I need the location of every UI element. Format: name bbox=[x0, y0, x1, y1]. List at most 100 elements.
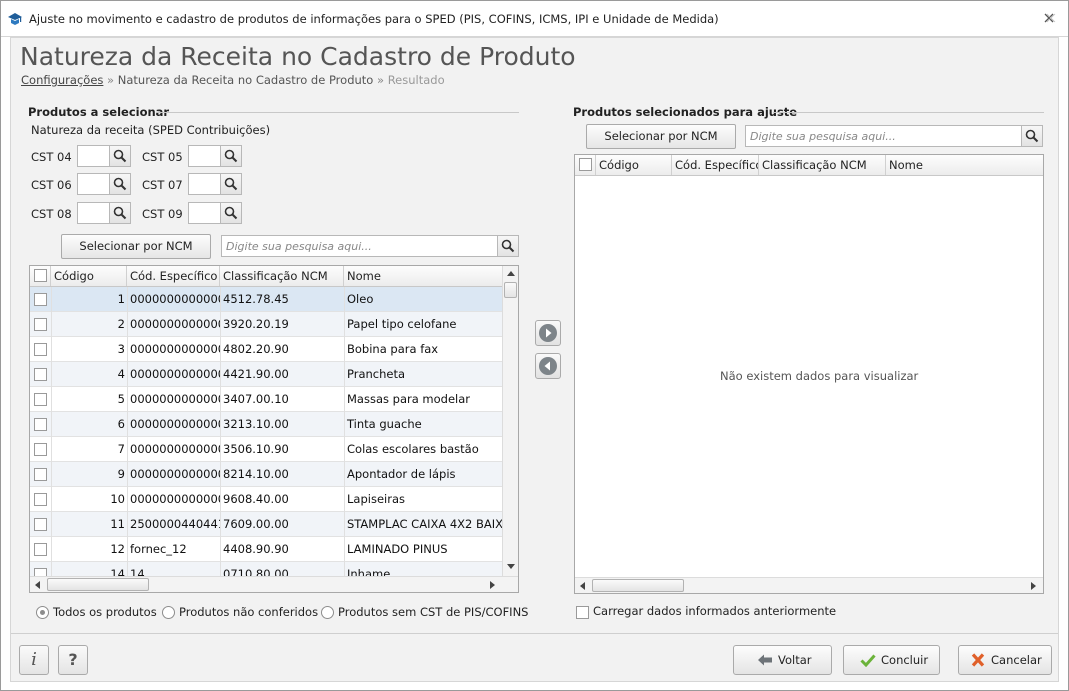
filter-all-radio[interactable] bbox=[36, 606, 49, 619]
cst-06-input[interactable] bbox=[77, 173, 111, 195]
cst-09-input[interactable] bbox=[188, 202, 222, 224]
row-checkbox[interactable] bbox=[34, 443, 47, 456]
cell-nome: Colas escolares bastão bbox=[347, 442, 479, 456]
cell-classificacao-ncm: 8214.10.00 bbox=[223, 467, 289, 481]
cst-05-search-button[interactable] bbox=[220, 145, 242, 167]
cell-codigo: 10 bbox=[110, 492, 125, 506]
table-row[interactable]: 12 fornec_12 4408.90.90 LAMINADO PINUS bbox=[30, 537, 502, 562]
left-grid-horizontal-thumb[interactable] bbox=[47, 578, 149, 591]
table-row[interactable]: 1 000000000000004512.78.45 Oleo bbox=[30, 287, 502, 312]
scroll-right-arrow-icon[interactable] bbox=[1031, 582, 1036, 590]
table-row[interactable]: 10 000000000000009608.40.00 Lapiseiras bbox=[30, 487, 502, 512]
table-row[interactable]: 5 000000000000003407.00.10 Massas para mod… bbox=[30, 387, 502, 412]
load-previous-checkbox[interactable] bbox=[576, 606, 589, 619]
right-search-input[interactable] bbox=[745, 125, 1023, 147]
filter-unchecked-label[interactable]: Produtos não conferidos bbox=[179, 605, 318, 619]
cst-08-input[interactable] bbox=[77, 202, 111, 224]
right-grid-horizontal-thumb[interactable] bbox=[592, 579, 684, 592]
right-header-nome[interactable]: Nome bbox=[886, 155, 1043, 175]
right-header-select-all[interactable] bbox=[575, 155, 596, 175]
search-icon bbox=[224, 149, 238, 163]
row-checkbox[interactable] bbox=[34, 293, 47, 306]
left-header-classificacao-ncm[interactable]: Classificação NCM bbox=[220, 266, 344, 286]
left-search-input[interactable] bbox=[221, 235, 499, 257]
table-row[interactable]: 4 000000000000004421.90.00 Prancheta bbox=[30, 362, 502, 387]
right-select-ncm-button[interactable]: Selecionar por NCM bbox=[586, 124, 736, 149]
back-button[interactable]: Voltar bbox=[733, 645, 832, 675]
select-all-checkbox[interactable] bbox=[579, 158, 592, 171]
load-previous-label[interactable]: Carregar dados informados anteriormente bbox=[593, 604, 836, 618]
cell-nome: Tinta guache bbox=[347, 417, 422, 431]
finish-button[interactable]: Concluir bbox=[843, 645, 940, 675]
table-row[interactable]: 6 000000000000003213.10.00 Tinta guache bbox=[30, 412, 502, 437]
right-header-codigo[interactable]: Código bbox=[596, 155, 672, 175]
cst-09-search-button[interactable] bbox=[220, 202, 242, 224]
table-row[interactable]: 2 000000000000003920.20.19 Papel tipo celo… bbox=[30, 312, 502, 337]
filter-no-cst-radio[interactable] bbox=[321, 606, 334, 619]
row-checkbox[interactable] bbox=[34, 368, 47, 381]
left-header-nome[interactable]: Nome bbox=[344, 266, 502, 286]
table-row[interactable]: 3 000000000000004802.20.90 Bobina para fax bbox=[30, 337, 502, 362]
scroll-up-arrow-icon[interactable] bbox=[507, 271, 515, 276]
scroll-right-arrow-icon[interactable] bbox=[490, 581, 495, 589]
scroll-left-arrow-icon[interactable] bbox=[580, 582, 585, 590]
right-grid-horizontal-scrollbar[interactable] bbox=[575, 577, 1043, 593]
left-select-ncm-button[interactable]: Selecionar por NCM bbox=[61, 234, 211, 259]
help-button[interactable]: ? bbox=[58, 645, 88, 675]
left-products-grid: Código Cód. Específico Classificação NCM… bbox=[29, 265, 519, 593]
left-search-button[interactable] bbox=[497, 235, 519, 257]
page-title: Natureza da Receita no Cadastro de Produ… bbox=[20, 42, 576, 71]
select-all-checkbox[interactable] bbox=[34, 269, 47, 282]
row-checkbox[interactable] bbox=[34, 418, 47, 431]
left-grid-vertical-scrollbar[interactable] bbox=[502, 266, 518, 576]
cell-cod-especifico: 00000000000000 bbox=[130, 292, 220, 306]
right-header-classificacao-ncm[interactable]: Classificação NCM bbox=[759, 155, 886, 175]
filter-no-cst-label[interactable]: Produtos sem CST de PIS/COFINS bbox=[338, 605, 528, 619]
cell-cod-especifico: 00000000000000 bbox=[130, 417, 220, 431]
row-checkbox[interactable] bbox=[34, 468, 47, 481]
left-grid-horizontal-scrollbar[interactable] bbox=[30, 576, 518, 592]
right-search-button[interactable] bbox=[1021, 125, 1043, 147]
left-header-cod-especifico[interactable]: Cód. Específico bbox=[127, 266, 220, 286]
move-left-button[interactable] bbox=[535, 353, 561, 379]
cst-05-input[interactable] bbox=[188, 145, 222, 167]
row-checkbox[interactable] bbox=[34, 543, 47, 556]
cell-cod-especifico: 2500000440441 bbox=[130, 517, 220, 531]
cell-classificacao-ncm: 4512.78.45 bbox=[223, 292, 289, 306]
breadcrumb-next: Resultado bbox=[387, 73, 445, 87]
row-checkbox[interactable] bbox=[34, 493, 47, 506]
breadcrumb-configuracoes-link[interactable]: Configurações bbox=[21, 73, 103, 87]
info-button[interactable]: i bbox=[19, 645, 49, 675]
table-row[interactable]: 9 000000000000008214.10.00 Apontador de lá… bbox=[30, 462, 502, 487]
search-icon bbox=[224, 206, 238, 220]
filter-all-label[interactable]: Todos os produtos bbox=[53, 605, 157, 619]
close-icon[interactable] bbox=[1042, 11, 1056, 25]
row-checkbox[interactable] bbox=[34, 343, 47, 356]
cell-cod-especifico: 00000000000000 bbox=[130, 492, 220, 506]
cell-nome: Bobina para fax bbox=[347, 342, 439, 356]
cst-09-label: CST 09 bbox=[142, 207, 183, 221]
row-checkbox[interactable] bbox=[34, 318, 47, 331]
search-icon bbox=[224, 177, 238, 191]
cst-06-search-button[interactable] bbox=[109, 173, 131, 195]
table-row[interactable]: 11 2500000440441 7609.00.00 STAMPLAC CAIXA … bbox=[30, 512, 502, 537]
scroll-down-arrow-icon[interactable] bbox=[507, 564, 515, 569]
left-header-select-all[interactable] bbox=[30, 266, 51, 286]
cst-04-input[interactable] bbox=[77, 145, 111, 167]
move-right-button[interactable] bbox=[535, 320, 561, 346]
left-grid-vertical-thumb[interactable] bbox=[504, 282, 517, 298]
cell-classificacao-ncm: 4421.90.00 bbox=[223, 367, 289, 381]
breadcrumb: Configurações » Natureza da Receita no C… bbox=[21, 73, 445, 87]
cancel-button[interactable]: Cancelar bbox=[958, 645, 1052, 675]
row-checkbox[interactable] bbox=[34, 518, 47, 531]
cst-07-input[interactable] bbox=[188, 173, 222, 195]
filter-unchecked-radio[interactable] bbox=[162, 606, 175, 619]
cst-08-search-button[interactable] bbox=[109, 202, 131, 224]
right-header-cod-especifico[interactable]: Cód. Específico bbox=[672, 155, 759, 175]
left-header-codigo[interactable]: Código bbox=[51, 266, 127, 286]
table-row[interactable]: 7 000000000000003506.10.90 Colas escolares… bbox=[30, 437, 502, 462]
scroll-left-arrow-icon[interactable] bbox=[35, 581, 40, 589]
cst-07-search-button[interactable] bbox=[220, 173, 242, 195]
row-checkbox[interactable] bbox=[34, 393, 47, 406]
cst-04-search-button[interactable] bbox=[109, 145, 131, 167]
